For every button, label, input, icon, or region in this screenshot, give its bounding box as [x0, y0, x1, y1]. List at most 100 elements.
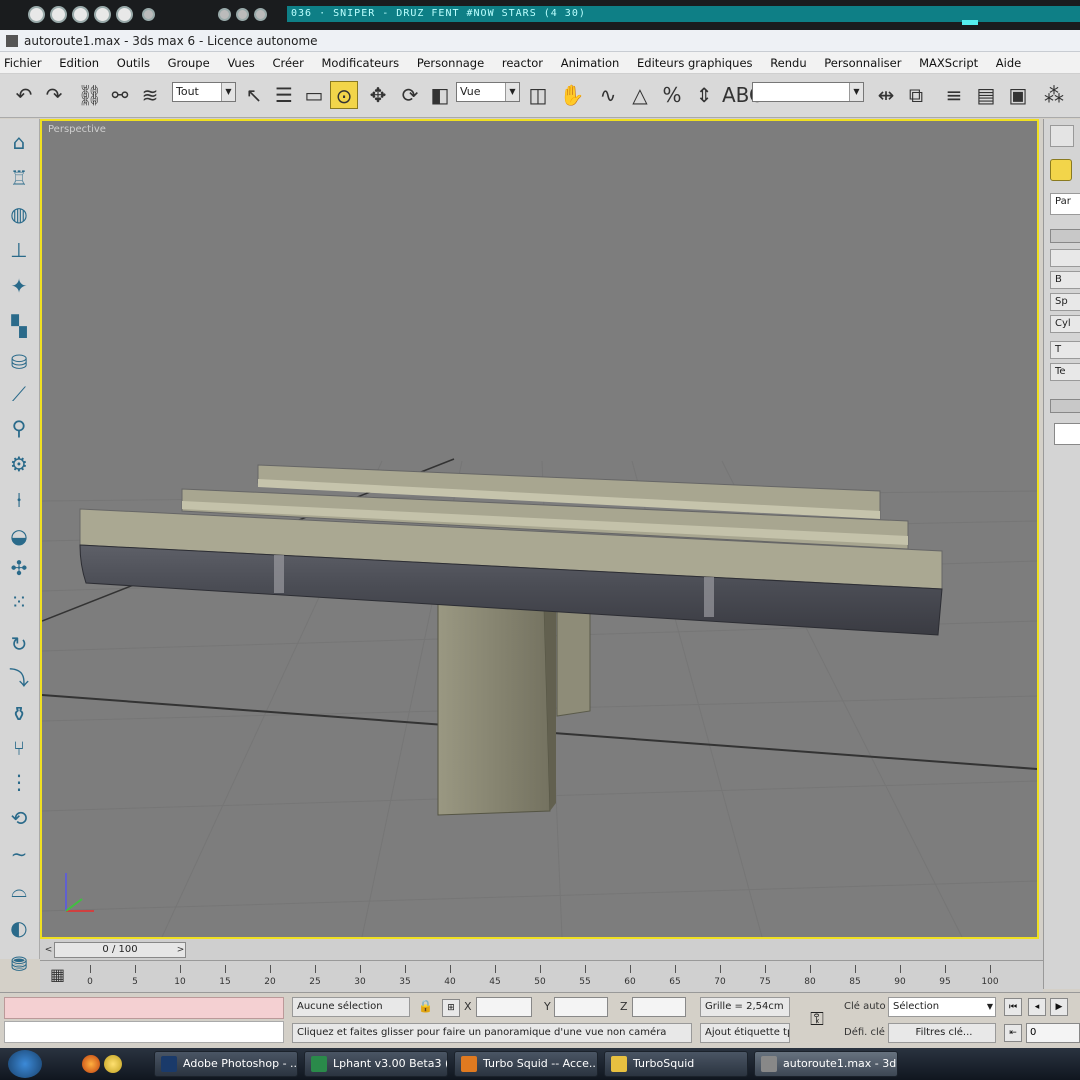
start-button[interactable]	[8, 1050, 42, 1078]
current-frame-field[interactable]: 0	[1026, 1023, 1080, 1043]
key-filters-button[interactable]: Filtres clé...	[888, 1023, 996, 1043]
object-type-button-2[interactable]: B	[1050, 271, 1080, 289]
twist-icon[interactable]: ⟲	[6, 805, 32, 831]
wave-icon[interactable]: ∼	[6, 841, 32, 867]
category-dropdown[interactable]: Par	[1050, 193, 1080, 215]
checker-icon[interactable]: ▚	[6, 313, 32, 339]
name-field[interactable]	[1054, 423, 1080, 445]
wrench-icon[interactable]: ⚲	[6, 415, 32, 441]
cylinder-icon[interactable]: ⛁	[6, 349, 32, 375]
firefox-icon[interactable]	[82, 1055, 100, 1073]
media-button[interactable]	[94, 6, 111, 23]
rotate-icon[interactable]: ⟳	[396, 81, 424, 109]
mirror-icon[interactable]: ⇹	[872, 81, 900, 109]
object-type-button-4[interactable]: Cyl	[1050, 315, 1080, 333]
menu-fichier[interactable]: Fichier	[4, 56, 42, 70]
key-filter-select[interactable]: Sélection ▼	[888, 997, 996, 1017]
taskbar-item[interactable]: TurboSquid	[604, 1051, 748, 1077]
selection-filter-dropdown[interactable]: Tout ▼	[172, 82, 236, 102]
selection-region-icon[interactable]: ▭	[300, 81, 328, 109]
snap-toggle-icon[interactable]: ∿	[594, 81, 622, 109]
menu-rendu[interactable]: Rendu	[770, 56, 806, 70]
gear-icon[interactable]: ⚙	[6, 451, 32, 477]
menu-reactor[interactable]: reactor	[502, 56, 543, 70]
edit-named-selection-icon[interactable]: ABC	[722, 81, 763, 109]
create-objects-icon[interactable]: ⌂	[6, 129, 32, 155]
filter-icon[interactable]: ⛃	[6, 951, 32, 977]
percent-snap-icon[interactable]: %	[658, 81, 686, 109]
go-to-start-icon[interactable]: ⏮	[1004, 998, 1022, 1016]
pin-icon[interactable]: ⍿	[6, 487, 32, 513]
menu-creer[interactable]: Créer	[272, 56, 303, 70]
reference-coord-dropdown[interactable]: Vue ▼	[456, 82, 520, 102]
loop-icon[interactable]: ↻	[6, 631, 32, 657]
play-icon[interactable]: ▶	[1050, 998, 1068, 1016]
schematic-view-icon[interactable]: ▣	[1004, 81, 1032, 109]
undo-icon[interactable]: ↶	[10, 81, 38, 109]
maxscript-listener-mini[interactable]	[4, 997, 284, 1019]
track-bar[interactable]: ▦ 0 5 10 15 20 25 30 35 40 45 50 55 60 65 70 75 80 85 90 95…	[40, 960, 1043, 992]
key-icon[interactable]: ⚿	[800, 1009, 834, 1035]
perspective-viewport[interactable]: Perspective	[40, 119, 1039, 939]
menu-maxscript[interactable]: MAXScript	[919, 56, 978, 70]
layer-manager-icon[interactable]: ≡	[940, 81, 968, 109]
branch-icon[interactable]: ⑂	[6, 735, 32, 761]
rollout-header[interactable]	[1050, 399, 1080, 413]
object-type-button-5[interactable]: T	[1050, 341, 1080, 359]
media-button[interactable]	[236, 8, 249, 21]
media-button[interactable]	[116, 6, 133, 23]
folder-icon[interactable]	[104, 1055, 122, 1073]
object-type-button-3[interactable]: Sp	[1050, 293, 1080, 311]
bridge-icon[interactable]: ⌓	[6, 877, 32, 903]
angle-snap-icon[interactable]: △	[626, 81, 654, 109]
bottle-icon[interactable]: ⚱	[6, 701, 32, 727]
prev-key-icon[interactable]: ◂	[1028, 998, 1046, 1016]
menu-aide[interactable]: Aide	[996, 56, 1021, 70]
menu-personnaliser[interactable]: Personnaliser	[824, 56, 901, 70]
next-frame-button[interactable]: >	[174, 942, 187, 958]
named-selection-dropdown[interactable]: ▼	[752, 82, 864, 102]
bone-icon[interactable]: ⟋	[6, 381, 32, 407]
redo-icon[interactable]: ↷	[40, 81, 68, 109]
scale-icon[interactable]: ◧	[426, 81, 454, 109]
select-by-name-icon[interactable]: ☰	[270, 81, 298, 109]
set-key-button[interactable]: Défi. clé	[844, 1023, 885, 1043]
add-time-tag-button[interactable]: Ajout étiquette tps	[700, 1023, 790, 1043]
menu-outils[interactable]: Outils	[117, 56, 150, 70]
geometry-icon[interactable]	[1050, 159, 1072, 181]
frame-counter[interactable]: 0 / 100	[54, 942, 186, 958]
lights-icon[interactable]: ⊥	[6, 237, 32, 263]
prev-frame-button[interactable]: <	[42, 942, 55, 958]
create-tab-icon[interactable]	[1050, 125, 1074, 147]
taskbar-item[interactable]: Adobe Photoshop - ...	[154, 1051, 298, 1077]
spinner-snap-icon[interactable]: ⇕	[690, 81, 718, 109]
z-coordinate-field[interactable]	[632, 997, 686, 1017]
menu-vues[interactable]: Vues	[227, 56, 254, 70]
lock-icon[interactable]: 🔒	[418, 999, 433, 1013]
taskbar-item[interactable]: autoroute1.max - 3d...	[754, 1051, 898, 1077]
media-button[interactable]	[254, 8, 267, 21]
auto-key-button[interactable]: Clé auto	[844, 997, 886, 1017]
time-slider[interactable]: 0 / 100 < >	[40, 940, 1043, 960]
menu-editeurs-graphiques[interactable]: Editeurs graphiques	[637, 56, 753, 70]
ticker-slider[interactable]	[962, 20, 978, 25]
viewport-label[interactable]: Perspective	[48, 124, 106, 135]
menu-animation[interactable]: Animation	[561, 56, 620, 70]
object-type-button-1[interactable]	[1050, 249, 1080, 267]
material-editor-icon[interactable]: ⁂	[1040, 81, 1068, 109]
rollout-header[interactable]	[1050, 229, 1080, 243]
window-crossing-icon[interactable]: ⊙	[330, 81, 358, 109]
select-object-icon[interactable]: ↖	[240, 81, 268, 109]
menu-personnage[interactable]: Personnage	[417, 56, 484, 70]
taskbar-item[interactable]: Turbo Squid -- Acce...	[454, 1051, 598, 1077]
key-mode-icon[interactable]: ⇤	[1004, 1024, 1022, 1042]
globe-icon[interactable]: ◍	[6, 201, 32, 227]
media-button[interactable]	[218, 8, 231, 21]
menu-groupe[interactable]: Groupe	[168, 56, 210, 70]
pinwheel-icon[interactable]: ✣	[6, 555, 32, 581]
curve-editor-icon[interactable]: ▤	[972, 81, 1000, 109]
media-button[interactable]	[72, 6, 89, 23]
shapes-icon[interactable]: ♖	[6, 165, 32, 191]
dish-icon[interactable]: ◒	[6, 523, 32, 549]
manipulate-icon[interactable]: ✋	[558, 81, 586, 109]
